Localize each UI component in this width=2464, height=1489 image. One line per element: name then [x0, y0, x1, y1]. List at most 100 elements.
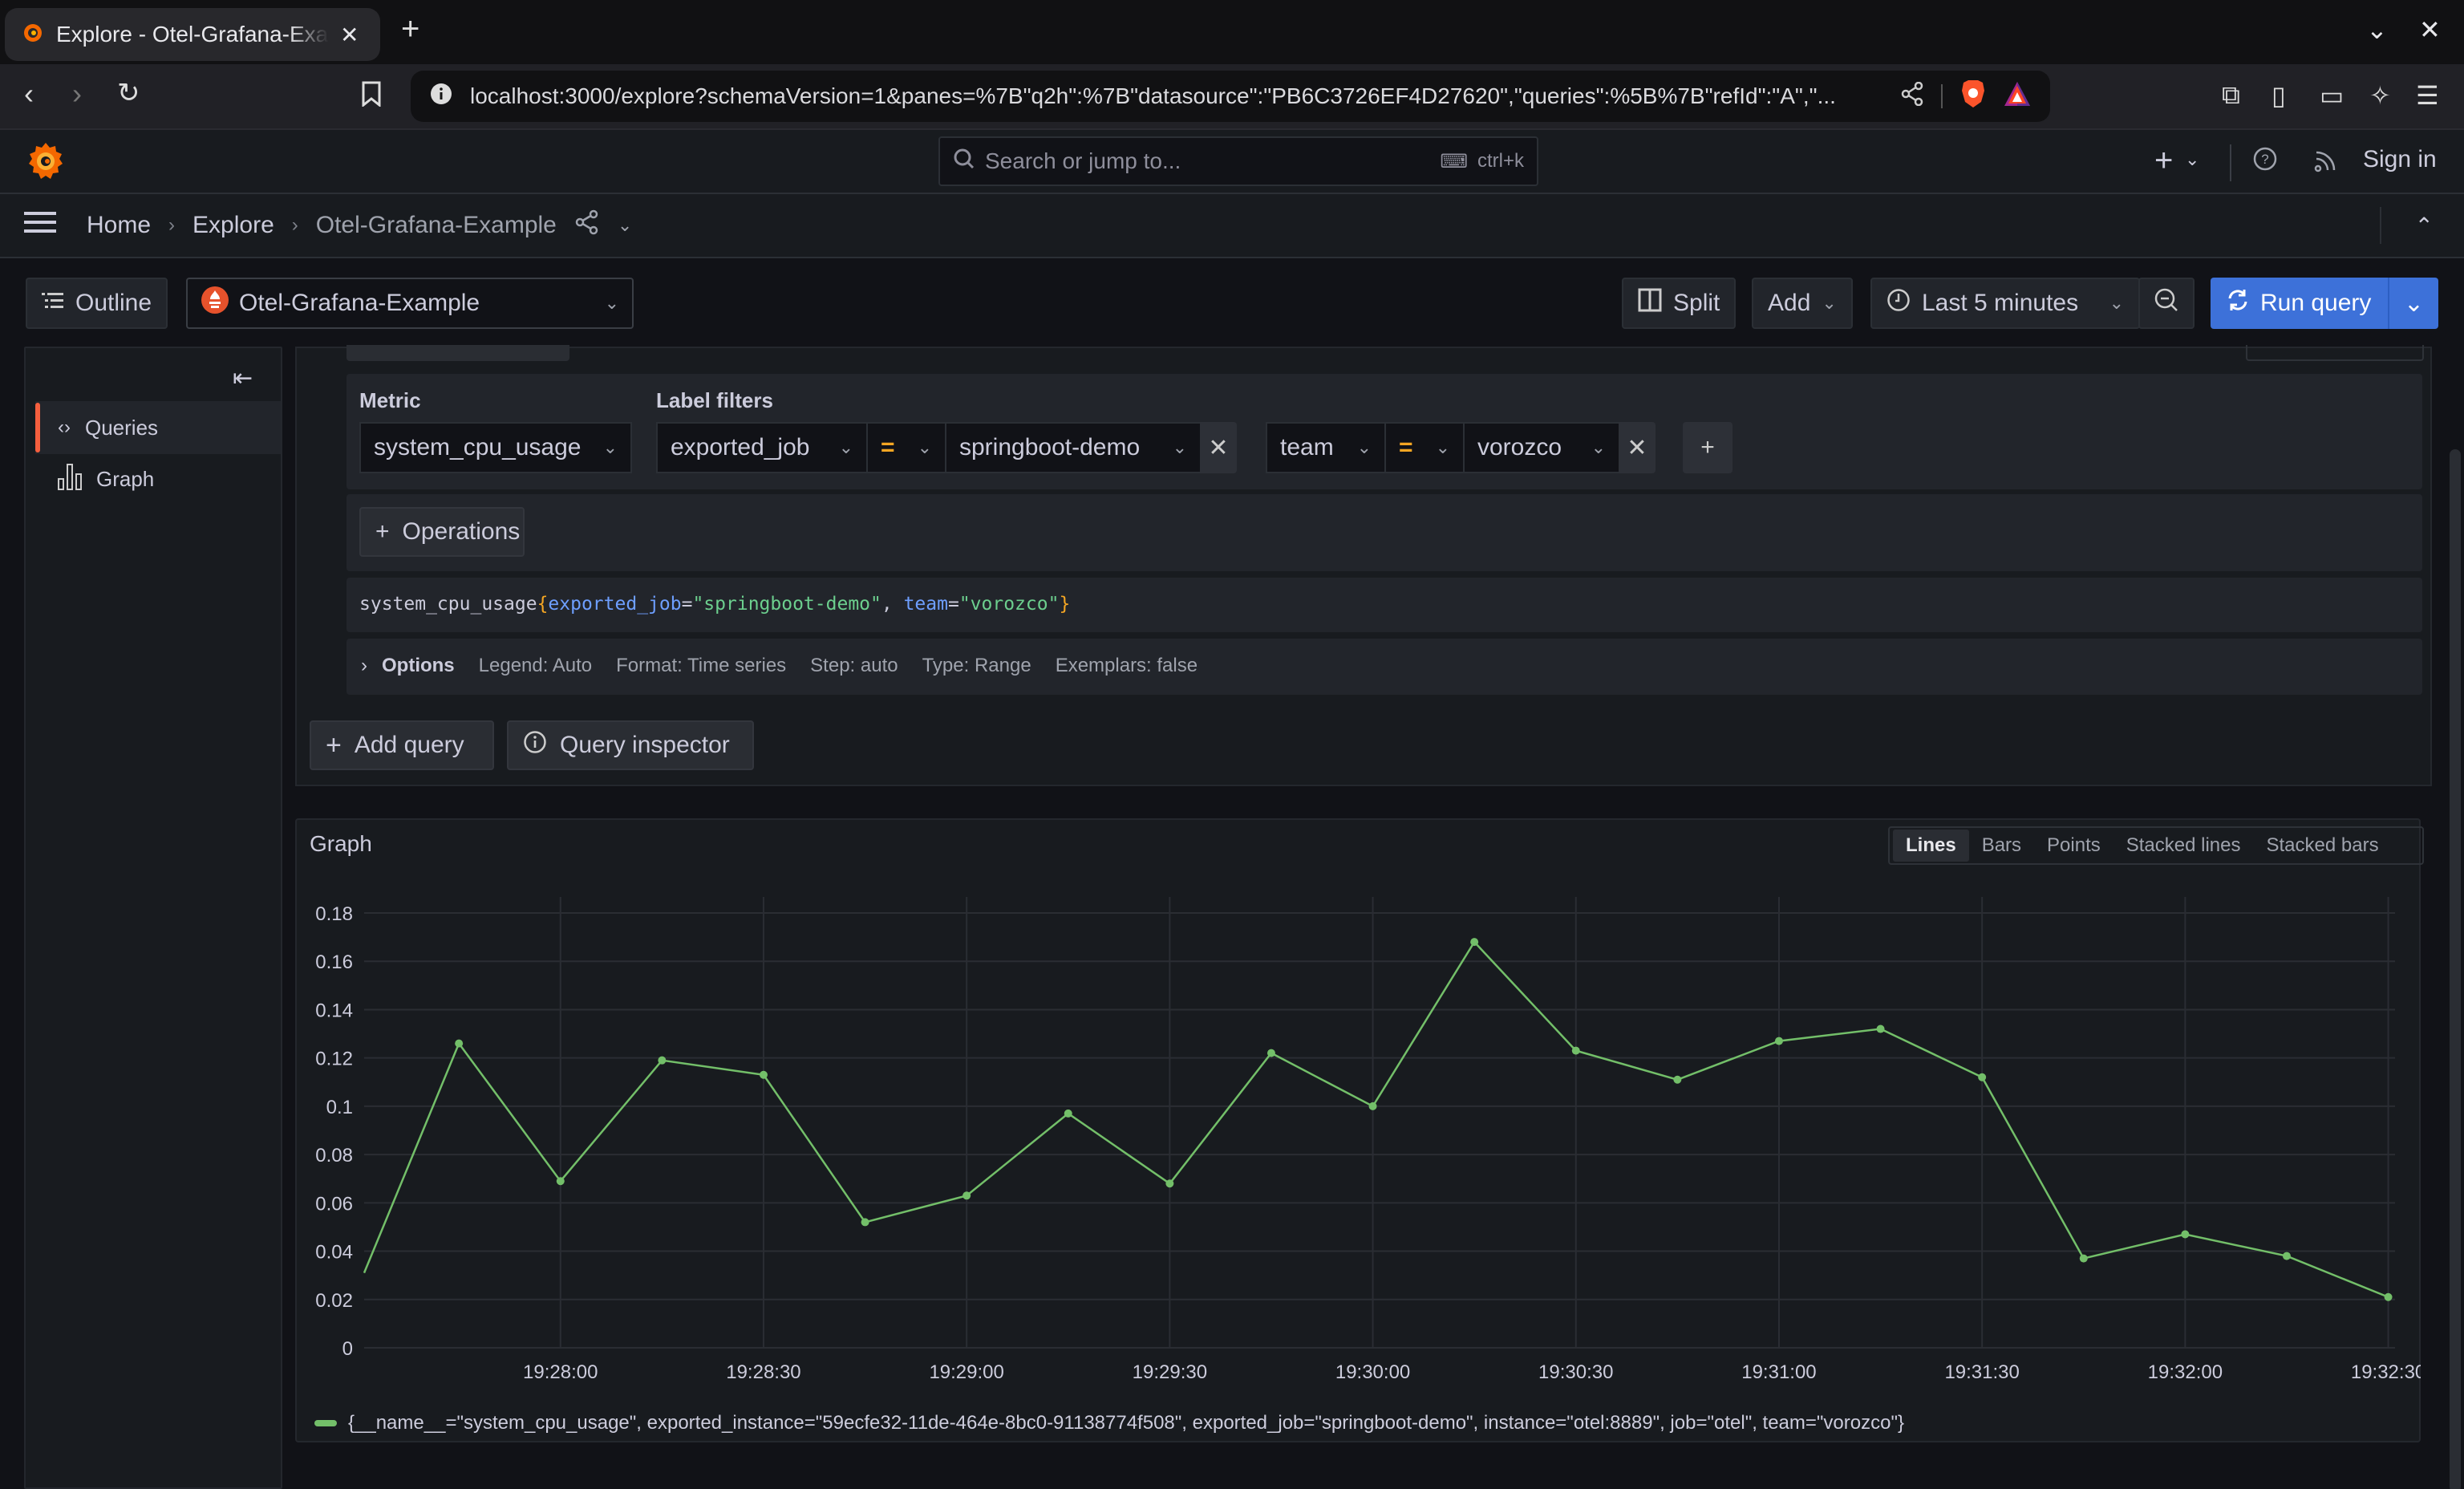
svg-text:?: ?: [2261, 152, 2268, 167]
options-title[interactable]: Options: [382, 655, 455, 677]
outline-item-label: Graph: [96, 466, 155, 491]
y-tick-label: 0.12: [315, 1049, 353, 1070]
collapse-outline-icon[interactable]: ⇤: [233, 364, 253, 392]
chevron-down-icon: ⌄: [838, 437, 853, 457]
time-series-chart[interactable]: 0 0.02 0.04 0.06 0.08 0.1 0.12 0.14 0.16 0.18 19:…: [295, 882, 2421, 1428]
hamburger-menu-icon[interactable]: [24, 210, 56, 241]
sign-in-link[interactable]: Sign in: [2363, 146, 2437, 173]
forward-icon[interactable]: ›: [72, 77, 82, 111]
filter-label-select[interactable]: exported_job ⌄: [656, 422, 868, 473]
reload-icon[interactable]: ↻: [117, 77, 140, 109]
graph-mode-lines[interactable]: Lines: [1893, 830, 1969, 862]
add-operations-button[interactable]: + Operations: [359, 507, 525, 557]
outline-item-graph[interactable]: Graph: [35, 452, 281, 505]
data-point: [861, 1218, 869, 1227]
breadcrumb-separator-icon: ›: [168, 214, 176, 236]
site-info-icon[interactable]: [430, 83, 452, 111]
x-tick-label: 19:28:00: [523, 1361, 598, 1383]
x-tick-label: 19:32:00: [2148, 1361, 2223, 1383]
collapse-header-chevron-up-icon[interactable]: ⌃: [2415, 213, 2434, 239]
outline-item-queries[interactable]: ‹› Queries: [35, 401, 281, 454]
run-query-chevron-down-icon[interactable]: ⌄: [2387, 278, 2424, 329]
add-button[interactable]: Add ⌄: [1752, 278, 1853, 329]
chevron-down-icon[interactable]: ⌄: [2185, 149, 2199, 170]
remove-filter-button[interactable]: ✕: [1619, 422, 1656, 473]
tab-list-icon[interactable]: ⌄: [2366, 14, 2388, 45]
data-point: [1673, 1075, 1682, 1084]
new-menu-plus-icon[interactable]: +: [2154, 143, 2173, 179]
add-filter-button[interactable]: +: [1683, 422, 1732, 473]
refresh-icon: [2225, 287, 2251, 319]
zoom-out-icon: [2154, 287, 2179, 319]
add-query-button[interactable]: + Add query: [310, 720, 494, 770]
graph-mode-stacked-lines[interactable]: Stacked lines: [2113, 830, 2254, 862]
search-input[interactable]: Search or jump to... ⌨ ctrl+k: [938, 136, 1538, 186]
new-tab-icon[interactable]: +: [401, 11, 419, 47]
query-header-button-partial[interactable]: [346, 345, 569, 361]
zoom-out-button[interactable]: [2138, 278, 2194, 329]
filter-operator-value: =: [881, 434, 895, 460]
outline-list-icon: [42, 290, 64, 317]
run-query-label: Run query: [2260, 290, 2372, 316]
breadcrumb-bar: Home › Explore › Otel-Grafana-Example ⌄ …: [0, 194, 2464, 258]
query-builder-row: Metric Label filters system_cpu_usage ⌄ …: [346, 374, 2422, 489]
graph-mode-stacked-bars[interactable]: Stacked bars: [2254, 830, 2392, 862]
brave-rewards-icon[interactable]: [2004, 81, 2031, 112]
query-mode-toggle-partial[interactable]: [2246, 345, 2424, 361]
filter-operator-select[interactable]: = ⌄: [1384, 422, 1465, 473]
close-window-icon[interactable]: ✕: [2419, 14, 2441, 45]
expand-chevron-right-icon[interactable]: ›: [361, 655, 367, 677]
wallet-icon[interactable]: ▭: [2320, 80, 2344, 111]
keyboard-icon: ⌨: [1440, 150, 1468, 172]
remove-filter-button[interactable]: ✕: [1200, 422, 1237, 473]
y-tick-label: 0.04: [315, 1242, 353, 1264]
legend-series-label[interactable]: {__name__="system_cpu_usage", exported_i…: [348, 1412, 1904, 1434]
help-icon[interactable]: ?: [2252, 146, 2278, 177]
browser-tab[interactable]: Explore - Otel-Grafana-Example ✕: [5, 8, 380, 61]
menu-icon[interactable]: ☰: [2416, 80, 2439, 111]
filter-operator-select[interactable]: = ⌄: [866, 422, 946, 473]
graph-mode-bars[interactable]: Bars: [1969, 830, 2034, 862]
close-icon: ✕: [1627, 434, 1647, 461]
back-icon[interactable]: ‹: [24, 77, 34, 111]
plus-icon: +: [1700, 434, 1715, 460]
breadcrumb-explore[interactable]: Explore: [192, 212, 274, 239]
url-bar[interactable]: localhost:3000/explore?schemaVersion=1&p…: [411, 71, 2050, 122]
y-tick-label: 0.06: [315, 1193, 353, 1215]
filter-label-value: team: [1280, 434, 1334, 460]
url-text[interactable]: localhost:3000/explore?schemaVersion=1&p…: [470, 83, 1883, 109]
x-tick-label: 19:30:00: [1335, 1361, 1410, 1383]
chart-legend[interactable]: {__name__="system_cpu_usage", exported_i…: [314, 1412, 1904, 1434]
outline-button[interactable]: Outline: [26, 278, 168, 329]
query-inspector-label: Query inspector: [560, 732, 730, 758]
close-tab-icon[interactable]: ✕: [340, 22, 359, 48]
filter-label-select[interactable]: team ⌄: [1266, 422, 1386, 473]
data-point: [1064, 1109, 1072, 1118]
bookmark-icon[interactable]: [361, 80, 382, 114]
page-scrollbar-thumb[interactable]: [2450, 449, 2461, 1489]
chevron-down-icon: ⌄: [602, 437, 618, 457]
brave-shields-icon[interactable]: [1960, 79, 1986, 114]
filter-value: springboot-demo: [959, 434, 1141, 460]
metric-select[interactable]: system_cpu_usage ⌄: [359, 422, 632, 473]
filter-value-select[interactable]: springboot-demo ⌄: [945, 422, 1202, 473]
time-range-picker[interactable]: Last 5 minutes ⌄: [1870, 278, 2140, 329]
code-brackets-icon: ‹›: [58, 416, 71, 438]
filter-value-select[interactable]: vorozco ⌄: [1463, 422, 1620, 473]
leo-ai-icon[interactable]: ✧: [2369, 80, 2391, 111]
datasource-picker[interactable]: Otel-Grafana-Example ⌄: [186, 278, 634, 329]
close-icon: ✕: [1208, 434, 1229, 461]
share-icon[interactable]: [1901, 81, 1923, 112]
grafana-logo[interactable]: [27, 141, 64, 187]
extensions-icon[interactable]: ⧉: [2222, 80, 2240, 111]
query-inspector-button[interactable]: Query inspector: [507, 720, 754, 770]
graph-mode-points[interactable]: Points: [2034, 830, 2113, 862]
breadcrumb-home[interactable]: Home: [87, 212, 151, 239]
share-icon[interactable]: [574, 209, 600, 241]
run-query-button[interactable]: Run query ⌄: [2211, 278, 2438, 329]
sidebar-icon[interactable]: ▯: [2272, 80, 2286, 111]
query-options-row[interactable]: › Options Legend: Auto Format: Time seri…: [346, 639, 2422, 695]
split-button[interactable]: Split: [1622, 278, 1737, 329]
share-chevron-down-icon[interactable]: ⌄: [618, 215, 632, 236]
news-rss-icon[interactable]: [2313, 148, 2339, 179]
